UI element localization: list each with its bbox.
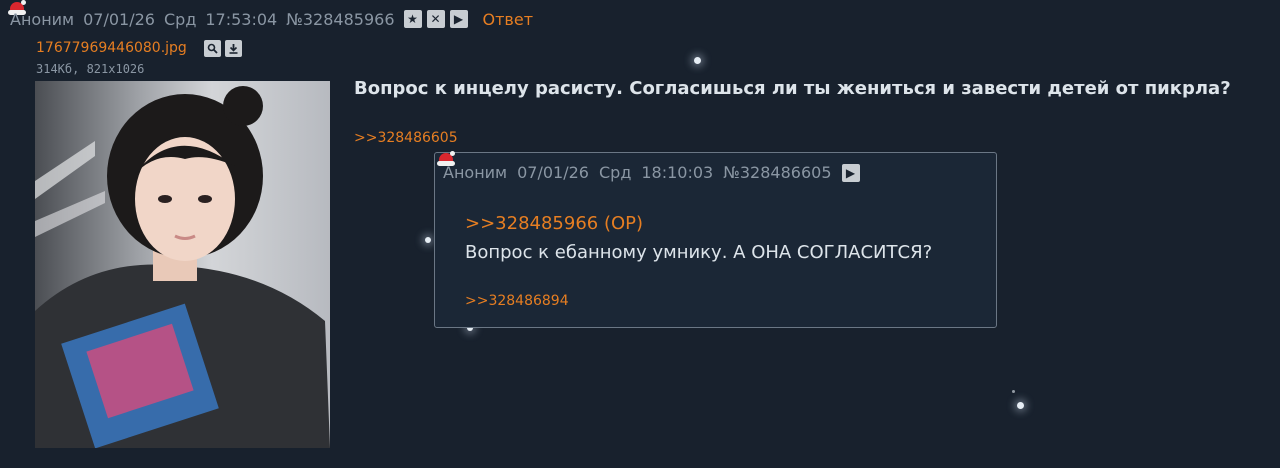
post-author: Аноним <box>10 9 75 29</box>
file-name-link[interactable]: 17677969446080.jpg <box>36 40 187 56</box>
post-time: 17:53:04 <box>205 9 278 29</box>
post-image[interactable] <box>35 81 330 448</box>
popup-date: 07/01/26 <box>517 163 589 182</box>
popup-time: 18:10:03 <box>641 163 714 182</box>
post-date: 07/01/26 <box>83 9 155 29</box>
reply-backlink[interactable]: >>328486605 <box>354 130 458 146</box>
file-actions <box>204 40 242 57</box>
snowflake <box>1017 402 1024 409</box>
popup-number[interactable]: №328486605 <box>723 163 831 182</box>
post-message: Вопрос к инцелу расисту. Согласишься ли … <box>354 78 1231 99</box>
post-header: Аноним 07/01/26 Срд 17:53:04 №328485966 … <box>10 8 533 30</box>
snowflake <box>694 57 701 64</box>
close-icon[interactable]: ✕ <box>426 10 445 28</box>
star-icon[interactable]: ★ <box>403 10 422 28</box>
snowflake <box>425 237 431 243</box>
play-icon[interactable]: ▶ <box>449 10 468 28</box>
reply-link[interactable]: Ответ <box>483 10 534 29</box>
santa-hat-icon <box>437 151 455 167</box>
file-meta: 314Кб, 821x1026 <box>36 62 145 76</box>
post-weekday: Срд <box>163 9 197 29</box>
popup-message: Вопрос к ебанному умнику. А ОНА СОГЛАСИТ… <box>465 242 933 263</box>
popup-weekday: Срд <box>598 163 632 182</box>
reply-preview-popup: Аноним 07/01/26 Срд 18:10:03 №328486605 … <box>434 152 997 328</box>
download-icon[interactable] <box>225 40 242 57</box>
search-icon[interactable] <box>204 40 221 57</box>
snowflake <box>1012 390 1015 393</box>
popup-header: Аноним 07/01/26 Срд 18:10:03 №328486605 … <box>443 163 865 182</box>
post-number[interactable]: №328485966 <box>286 10 394 29</box>
popup-backlink[interactable]: >>328486894 <box>465 293 569 309</box>
popup-quote-link[interactable]: >>328485966 (OP) <box>465 213 643 234</box>
play-icon[interactable]: ▶ <box>841 163 860 182</box>
